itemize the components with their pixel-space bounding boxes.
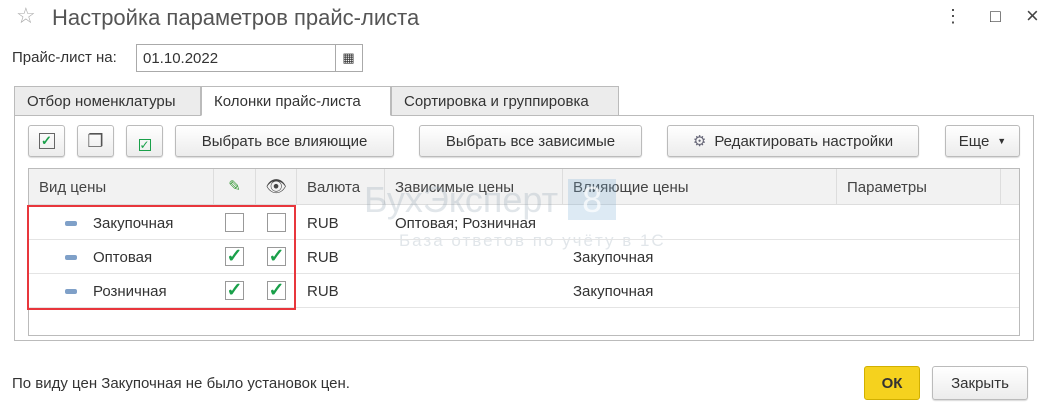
maximize-icon[interactable]: □ [990, 6, 1001, 27]
check-all-button[interactable]: ✓ [28, 125, 65, 157]
status-message: По виду цен Закупочная не было установок… [12, 375, 350, 392]
date-input[interactable]: 01.10.2022 [136, 44, 336, 72]
currency: RUB [307, 283, 339, 300]
influencing-prices: Закупочная [573, 249, 654, 266]
check-all-icon: ✓ [38, 133, 55, 149]
select-influencing-button[interactable]: Выбрать все влияющие [175, 125, 394, 157]
close-button[interactable]: Закрыть [932, 366, 1028, 400]
header-dependent[interactable]: Зависимые цены [385, 169, 563, 205]
ok-button[interactable]: ОК [864, 366, 920, 400]
header-params[interactable]: Параметры [837, 169, 1001, 205]
edit-settings-button[interactable]: ⚙ Редактировать настройки [667, 125, 919, 157]
influencing-prices: Закупочная [573, 283, 654, 300]
header-edit-pencil-icon[interactable]: ✎ [214, 169, 256, 205]
uncheck-all-button[interactable]: ❐ [77, 125, 114, 157]
window-title: Настройка параметров прайс-листа [52, 5, 420, 30]
highlight-box [27, 205, 296, 310]
close-icon[interactable]: × [1026, 3, 1039, 29]
tab-nomenclature[interactable]: Отбор номенклатуры [14, 86, 201, 116]
more-label: Еще [958, 132, 990, 150]
header-price-type[interactable]: Вид цены [29, 169, 214, 205]
header-influencing[interactable]: Влияющие цены [563, 169, 837, 205]
copy-icon: ❐ [87, 130, 104, 151]
table-header: Вид цены ✎ 👁 Валюта Зависимые цены Влияю… [29, 169, 1019, 205]
currency: RUB [307, 249, 339, 266]
tab-columns[interactable]: Колонки прайс-листа [201, 86, 391, 116]
more-button[interactable]: Еще ▼ [945, 125, 1020, 157]
tab-sorting[interactable]: Сортировка и группировка [391, 86, 619, 116]
edit-settings-label: Редактировать настройки [714, 132, 894, 150]
list-check-icon: ✓ [138, 138, 151, 152]
dropdown-arrow-icon: ▼ [997, 136, 1007, 146]
settings-gear-icon: ⚙ [692, 133, 707, 150]
currency: RUB [307, 215, 339, 232]
dependent-prices: Оптовая; Розничная [395, 215, 537, 232]
header-currency[interactable]: Валюта [297, 169, 385, 205]
calendar-icon: ▦ [342, 50, 355, 65]
check-selected-button[interactable]: ✓ [126, 125, 163, 157]
calendar-button[interactable]: ▦ [335, 44, 363, 72]
more-menu-icon[interactable]: ⋮ [944, 6, 962, 27]
header-visible-eye-icon[interactable]: 👁 [256, 169, 297, 205]
date-label: Прайс-лист на: [12, 49, 117, 66]
select-dependent-button[interactable]: Выбрать все зависимые [419, 125, 642, 157]
favorite-star-icon[interactable]: ☆ [16, 3, 36, 29]
